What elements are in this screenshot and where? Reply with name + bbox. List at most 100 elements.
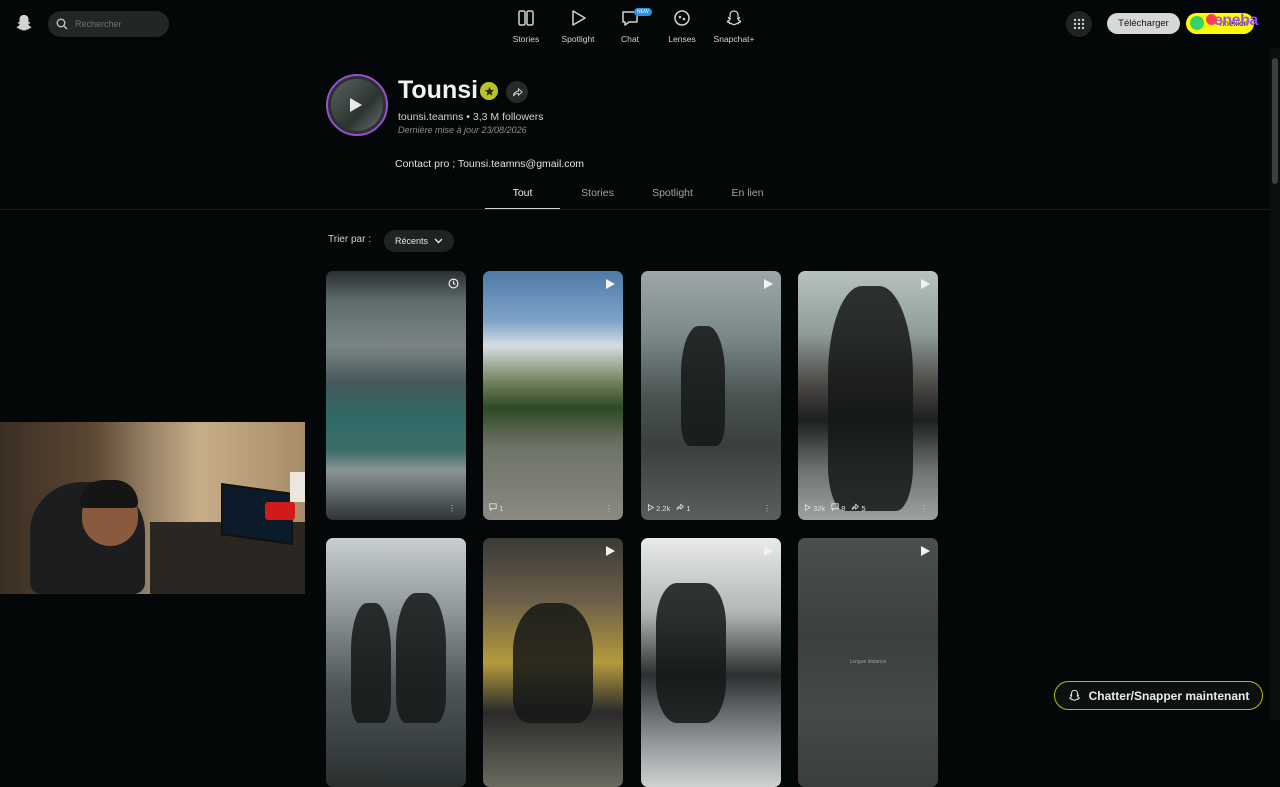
nav-stories[interactable]: Stories — [500, 8, 552, 44]
card-stats: 2.2k 1 — [647, 503, 691, 513]
profile-name: Tounsi — [398, 76, 479, 104]
card-more-icon[interactable]: ⋮ — [763, 504, 771, 513]
login-glow — [1190, 16, 1204, 30]
download-button[interactable]: Télécharger — [1107, 13, 1180, 34]
views-play-icon — [804, 503, 812, 511]
sort-label: Trier par : — [328, 234, 371, 245]
profile-tabs: Tout Stories Spotlight En lien — [485, 182, 785, 210]
separator-dot: • — [466, 111, 470, 123]
views-play-icon — [647, 503, 655, 511]
snapchat-plus-icon — [726, 10, 742, 26]
streamer-webcam-overlay — [0, 422, 305, 594]
nav-spotlight[interactable]: Spotlight — [552, 8, 604, 44]
card-thumbnail-figure — [828, 286, 913, 511]
nav-snapchat-plus-label: Snapchat+ — [713, 34, 755, 44]
tab-related[interactable]: En lien — [710, 182, 785, 210]
share-icon — [512, 87, 523, 96]
eneba-logo-mark — [1206, 14, 1217, 25]
share-icon — [676, 503, 685, 510]
nav-snapchat-plus[interactable]: Snapchat+ — [708, 8, 760, 44]
chat-now-button[interactable]: Chatter/Snapper maintenant — [1054, 681, 1263, 710]
stories-icon — [518, 10, 534, 26]
nav-lenses[interactable]: Lenses — [656, 8, 708, 44]
nav-chat-label: Chat — [621, 34, 639, 44]
share-count-value: 5 — [861, 504, 866, 513]
content-card[interactable] — [483, 538, 623, 787]
card-more-icon[interactable]: ⋮ — [920, 504, 928, 513]
comment-count: 1 — [489, 503, 503, 513]
apps-grid-button[interactable] — [1066, 11, 1092, 37]
share-button[interactable] — [506, 81, 528, 103]
view-count-value: 2.2k — [656, 503, 671, 513]
content-card[interactable] — [326, 538, 466, 787]
nav-lenses-label: Lenses — [668, 34, 696, 44]
share-count-value: 1 — [686, 504, 691, 513]
profile-avatar[interactable] — [326, 74, 388, 136]
avatar-play-icon — [350, 98, 362, 112]
share-count: 1 — [676, 503, 691, 513]
sort-value: Récents — [395, 236, 429, 246]
play-icon — [921, 546, 930, 556]
contact-info: Contact pro ; Tounsi.teamns@gmail.com — [395, 158, 585, 170]
webcam-streamer-hair — [80, 480, 138, 508]
lenses-icon — [674, 10, 690, 26]
spotlight-play-icon — [572, 10, 586, 26]
play-icon — [606, 546, 615, 556]
card-thumbnail-figure — [351, 603, 391, 723]
search-bar[interactable] — [48, 11, 169, 37]
comment-icon — [831, 503, 839, 512]
clock-icon — [448, 278, 459, 289]
card-thumbnail-figure — [396, 593, 446, 723]
comment-count: 8 — [831, 503, 845, 513]
eneba-overlay-logo: eneba — [1206, 8, 1280, 34]
share-count: 5 — [851, 503, 866, 513]
new-badge: NEW — [634, 8, 652, 16]
top-bar: Stories Spotlight NEW Chat Lenses Snapch… — [0, 0, 1280, 48]
view-count-value: 32k — [813, 503, 826, 513]
content-card[interactable]: 32k 8 5 ⋮ — [798, 271, 938, 520]
nav-chat[interactable]: NEW Chat — [604, 8, 656, 44]
card-caption: Longue distance — [849, 659, 887, 665]
content-card[interactable] — [641, 538, 781, 787]
snapchat-ghost-icon — [1068, 689, 1080, 701]
tab-spotlight[interactable]: Spotlight — [635, 182, 710, 210]
search-input[interactable] — [75, 19, 155, 29]
comment-icon — [489, 503, 497, 512]
tab-stories[interactable]: Stories — [560, 182, 635, 210]
profile-handle: tounsi.teamns — [398, 111, 464, 123]
profile-handle-line: tounsi.teamns • 3,3 M followers — [398, 111, 544, 123]
followers-count: 3,3 M followers — [472, 111, 544, 123]
verified-star-icon — [480, 82, 498, 100]
main-nav: Stories Spotlight NEW Chat Lenses Snapch… — [500, 8, 760, 44]
card-stats: 32k 8 5 — [804, 503, 866, 513]
last-updated: Dernière mise à jour 23/08/2026 — [398, 125, 527, 135]
nav-spotlight-label: Spotlight — [561, 34, 595, 44]
comment-count-value: 1 — [499, 504, 504, 513]
tabs-divider — [0, 209, 1270, 210]
card-more-icon[interactable]: ⋮ — [448, 504, 456, 513]
chat-now-label: Chatter/Snapper maintenant — [1088, 688, 1250, 703]
content-card[interactable]: 1 ⋮ — [483, 271, 623, 520]
content-card[interactable]: ⋮ — [326, 271, 466, 520]
webcam-lamp — [290, 472, 305, 502]
search-icon — [56, 18, 68, 30]
tab-all[interactable]: Tout — [485, 182, 560, 210]
play-icon — [764, 279, 773, 289]
snapchat-ghost-icon[interactable] — [15, 13, 33, 33]
scrollbar-thumb[interactable] — [1272, 58, 1278, 184]
card-thumbnail-figure — [656, 583, 726, 723]
content-card[interactable]: 2.2k 1 ⋮ — [641, 271, 781, 520]
play-icon — [921, 279, 930, 289]
chevron-down-icon — [434, 238, 443, 244]
view-count: 32k — [804, 503, 826, 513]
share-icon — [852, 503, 860, 510]
card-thumbnail-figure — [681, 326, 725, 446]
card-thumbnail-figure — [513, 603, 593, 723]
sort-dropdown[interactable]: Récents — [384, 230, 454, 252]
card-more-icon[interactable]: ⋮ — [605, 504, 613, 513]
comment-count-value: 8 — [841, 504, 846, 513]
webcam-red-sign — [265, 502, 295, 520]
eneba-logo-text: eneba — [1214, 12, 1258, 29]
content-card[interactable]: Longue distance — [798, 538, 938, 787]
card-stats: 1 — [489, 503, 503, 513]
